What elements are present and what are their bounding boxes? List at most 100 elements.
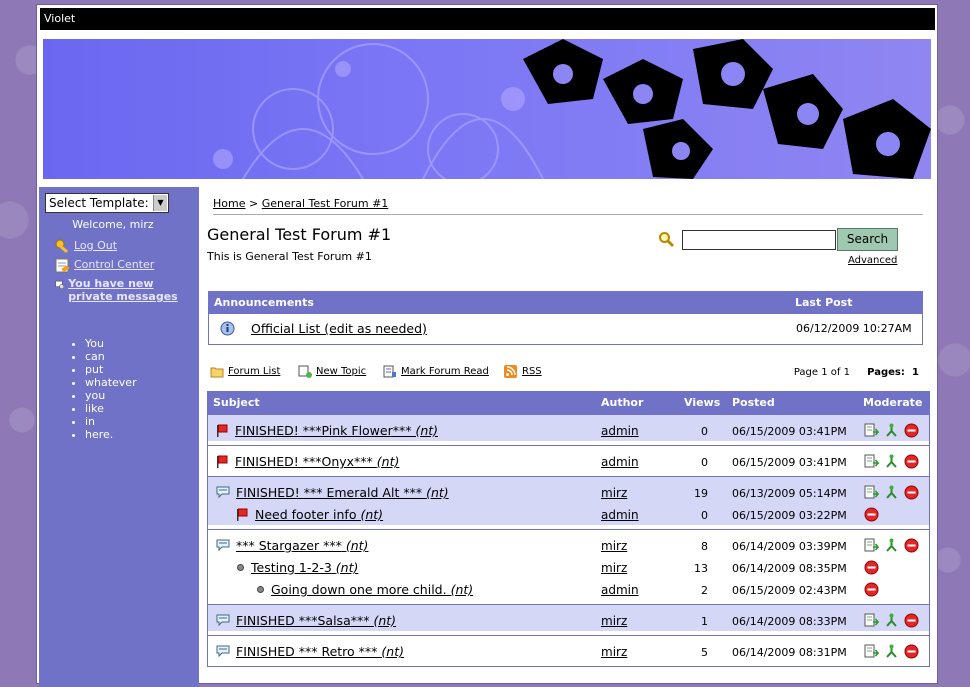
delete-icon[interactable] bbox=[904, 423, 919, 438]
topic-subject: *** Stargazer *** (nt) bbox=[216, 538, 368, 553]
search-input[interactable] bbox=[682, 230, 836, 250]
delete-icon[interactable] bbox=[904, 538, 919, 553]
move-icon[interactable] bbox=[864, 485, 880, 500]
move-icon[interactable] bbox=[864, 644, 880, 659]
breadcrumb-separator: > bbox=[248, 197, 259, 210]
mark-read-link[interactable]: Mark Forum Read bbox=[401, 366, 489, 377]
topic-group: FINISHED! *** Emerald Alt *** (nt) mirz … bbox=[208, 476, 929, 525]
author-link[interactable]: admin bbox=[601, 424, 639, 438]
topic-link[interactable]: Need footer info (nt) bbox=[255, 507, 383, 522]
delete-icon[interactable] bbox=[864, 560, 879, 575]
breadcrumb: Home > General Test Forum #1 bbox=[213, 197, 923, 215]
new-topic-icon bbox=[298, 365, 312, 378]
message-icon bbox=[55, 280, 65, 290]
delete-icon[interactable] bbox=[904, 485, 919, 500]
topic-title: FINISHED! ***Pink Flower*** bbox=[235, 423, 412, 438]
mark-read-icon bbox=[383, 365, 396, 378]
moderate-tools bbox=[864, 560, 879, 575]
delete-icon[interactable] bbox=[904, 644, 919, 659]
announcement-row: Official List (edit as needed) 06/12/200… bbox=[209, 314, 922, 344]
delete-icon[interactable] bbox=[904, 613, 919, 628]
topic-group: FINISHED *** Retro *** (nt) mirz 5 06/14… bbox=[208, 635, 929, 662]
list-item: You bbox=[85, 337, 137, 350]
split-icon[interactable] bbox=[884, 423, 899, 438]
delete-icon[interactable] bbox=[864, 582, 879, 597]
author-link[interactable]: mirz bbox=[601, 486, 627, 500]
speech-bubble-icon bbox=[216, 645, 230, 658]
author-link[interactable]: admin bbox=[601, 508, 639, 522]
topic-nt: (nt) bbox=[376, 454, 400, 469]
split-icon[interactable] bbox=[884, 613, 899, 628]
view-count: 0 bbox=[701, 456, 708, 469]
new-topic-tool[interactable]: New Topic bbox=[298, 365, 366, 378]
advanced-search-link[interactable]: Advanced bbox=[848, 255, 897, 266]
list-item: put bbox=[85, 363, 137, 376]
info-icon bbox=[220, 321, 235, 336]
breadcrumb-current[interactable]: General Test Forum #1 bbox=[262, 197, 389, 210]
subject-header: Subject bbox=[213, 396, 260, 409]
breadcrumb-home[interactable]: Home bbox=[213, 197, 245, 210]
author-link[interactable]: admin bbox=[601, 455, 639, 469]
search-button[interactable]: Search bbox=[837, 228, 898, 251]
announcement-date: 06/12/2009 10:27AM bbox=[796, 322, 912, 335]
author-link[interactable]: mirz bbox=[601, 561, 627, 575]
author-link[interactable]: mirz bbox=[601, 539, 627, 553]
split-icon[interactable] bbox=[884, 454, 899, 469]
author-link[interactable]: mirz bbox=[601, 614, 627, 628]
topic-link[interactable]: FINISHED ***Salsa*** (nt) bbox=[236, 613, 396, 628]
page-number-current[interactable]: 1 bbox=[912, 367, 919, 378]
rss-tool[interactable]: RSS bbox=[504, 365, 542, 378]
private-messages-row: You have new private messages bbox=[55, 277, 190, 303]
topic-link[interactable]: Testing 1-2-3 (nt) bbox=[251, 560, 358, 575]
topic-nt: (nt) bbox=[360, 507, 384, 522]
list-item: can bbox=[85, 350, 137, 363]
moderate-header: Moderate bbox=[863, 396, 923, 409]
table-row: FINISHED! ***Onyx*** (nt) admin 0 06/15/… bbox=[208, 450, 929, 472]
page-info: Page 1 of 1 bbox=[793, 367, 850, 378]
bullet-icon bbox=[236, 563, 245, 572]
mark-read-tool[interactable]: Mark Forum Read bbox=[383, 365, 489, 378]
page-container: Violet Select Template: ▼ Welcome, mirz … bbox=[36, 4, 938, 687]
red-flag-icon bbox=[216, 424, 229, 438]
control-center-link[interactable]: Control Center bbox=[74, 258, 154, 271]
split-icon[interactable] bbox=[884, 485, 899, 500]
topic-link[interactable]: FINISHED! *** Emerald Alt *** (nt) bbox=[236, 485, 449, 500]
split-icon[interactable] bbox=[884, 644, 899, 659]
move-icon[interactable] bbox=[864, 423, 880, 438]
forum-list-tool[interactable]: Forum List bbox=[210, 365, 280, 378]
chevron-down-icon[interactable]: ▼ bbox=[153, 195, 167, 211]
delete-icon[interactable] bbox=[864, 507, 879, 522]
pages-label: Pages: bbox=[867, 367, 905, 378]
moderate-tools bbox=[864, 454, 919, 469]
forum-list-link[interactable]: Forum List bbox=[228, 366, 280, 377]
topic-title: FINISHED *** Retro *** bbox=[236, 644, 378, 659]
template-select[interactable]: Select Template: ▼ bbox=[45, 193, 169, 213]
topic-title: Going down one more child. bbox=[271, 582, 447, 597]
topic-link[interactable]: FINISHED! ***Pink Flower*** (nt) bbox=[235, 423, 438, 438]
topic-link[interactable]: Going down one more child. (nt) bbox=[271, 582, 473, 597]
announcement-link[interactable]: Official List (edit as needed) bbox=[251, 321, 427, 336]
author-link[interactable]: admin bbox=[601, 583, 639, 597]
posted-date: 06/15/2009 02:43PM bbox=[732, 584, 847, 597]
new-topic-link[interactable]: New Topic bbox=[316, 366, 366, 377]
posted-date: 06/14/2009 08:35PM bbox=[732, 562, 847, 575]
author-link[interactable]: mirz bbox=[601, 645, 627, 659]
posted-date: 06/15/2009 03:41PM bbox=[732, 425, 847, 438]
split-icon[interactable] bbox=[884, 538, 899, 553]
topic-subject: Going down one more child. (nt) bbox=[256, 582, 473, 597]
moderate-tools bbox=[864, 507, 879, 522]
notepad-icon bbox=[55, 258, 70, 273]
private-messages-link[interactable]: You have new private messages bbox=[68, 277, 190, 303]
delete-icon[interactable] bbox=[904, 454, 919, 469]
topic-link[interactable]: *** Stargazer *** (nt) bbox=[236, 538, 368, 553]
rss-link[interactable]: RSS bbox=[522, 366, 542, 377]
topic-link[interactable]: FINISHED *** Retro *** (nt) bbox=[236, 644, 404, 659]
topic-link[interactable]: FINISHED! ***Onyx*** (nt) bbox=[235, 454, 399, 469]
topic-groups: FINISHED! ***Pink Flower*** (nt) admin 0… bbox=[208, 414, 929, 662]
topic-group: FINISHED ***Salsa*** (nt) mirz 1 06/14/2… bbox=[208, 604, 929, 631]
move-icon[interactable] bbox=[864, 538, 880, 553]
move-icon[interactable] bbox=[864, 454, 880, 469]
logout-link[interactable]: Log Out bbox=[74, 239, 117, 252]
topic-subject: FINISHED! ***Pink Flower*** (nt) bbox=[216, 423, 438, 438]
move-icon[interactable] bbox=[864, 613, 880, 628]
